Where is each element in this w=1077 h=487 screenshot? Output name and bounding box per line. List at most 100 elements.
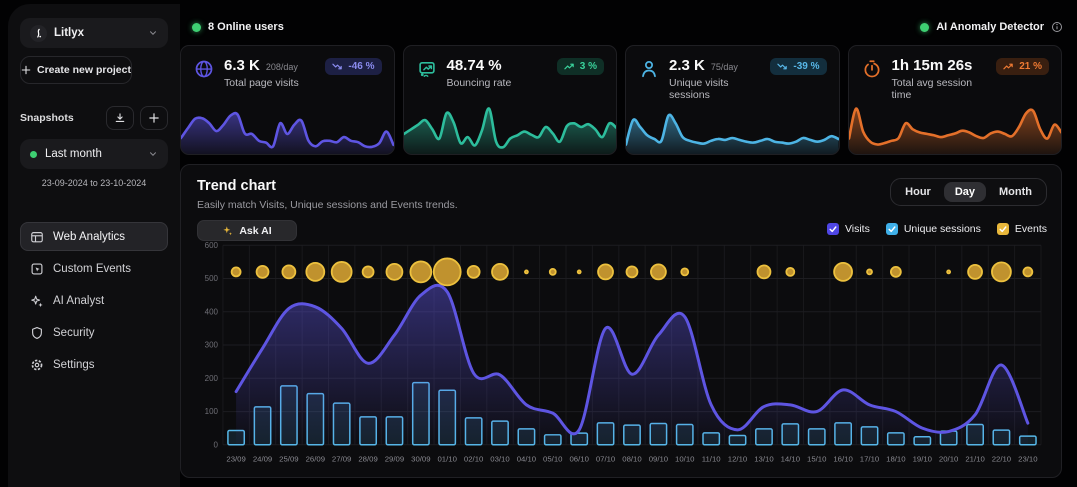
svg-text:24/09: 24/09: [253, 455, 272, 464]
svg-text:200: 200: [205, 374, 219, 383]
card-value: 1h 15m 26s: [892, 57, 973, 74]
legend-visits[interactable]: Visits: [827, 223, 870, 235]
add-snapshot-button[interactable]: [140, 106, 168, 130]
create-project-button[interactable]: Create new project: [20, 56, 132, 84]
svg-text:21/10: 21/10: [965, 455, 985, 464]
events-checkbox[interactable]: [997, 223, 1009, 235]
svg-text:18/10: 18/10: [886, 455, 906, 464]
ask-ai-label: Ask AI: [239, 225, 271, 237]
svg-text:11/10: 11/10: [702, 455, 722, 464]
create-project-label: Create new project: [37, 64, 131, 76]
plus-icon: [148, 112, 160, 124]
trend-up-icon: [564, 62, 575, 71]
svg-text:500: 500: [205, 274, 219, 283]
sidebar-item-label: Settings: [53, 359, 95, 371]
svg-text:09/10: 09/10: [649, 455, 669, 464]
legend-unique-sessions[interactable]: Unique sessions: [886, 223, 981, 235]
sidebar-item-label: AI Analyst: [53, 295, 104, 307]
topbar: 8 Online users AI Anomaly Detector: [192, 16, 1063, 38]
online-status-dot: [192, 23, 201, 32]
svg-text:19/10: 19/10: [913, 455, 933, 464]
svg-text:08/10: 08/10: [622, 455, 642, 464]
card-value: 48.74 %: [447, 57, 502, 74]
online-users: 8 Online users: [192, 21, 284, 33]
range-month-button[interactable]: Month: [988, 182, 1043, 202]
svg-text:02/10: 02/10: [464, 455, 484, 464]
chevron-down-icon: [148, 28, 158, 38]
svg-text:13/10: 13/10: [754, 455, 774, 464]
timer-icon: [861, 58, 883, 80]
legend-events[interactable]: Events: [997, 223, 1047, 235]
svg-text:26/09: 26/09: [306, 455, 325, 464]
svg-text:01/10: 01/10: [437, 455, 457, 464]
card-value: 6.3 K: [224, 57, 260, 74]
svg-text:23/09: 23/09: [226, 455, 245, 464]
sidebar-item-web-analytics[interactable]: Web Analytics: [20, 222, 168, 251]
shield-icon: [30, 326, 44, 340]
svg-text:06/10: 06/10: [569, 455, 589, 464]
svg-text:23/10: 23/10: [1018, 455, 1038, 464]
visits-checkbox[interactable]: [827, 223, 839, 235]
sidebar: Litlyx Create new project Snapshots Last…: [8, 4, 180, 487]
card-label: Total page visits: [224, 77, 316, 89]
online-users-label: 8 Online users: [208, 21, 284, 33]
user-icon: [638, 58, 660, 80]
sparkles-icon: [30, 294, 44, 308]
check-icon: [829, 225, 837, 233]
card-sparkline: [626, 100, 839, 154]
sidebar-item-label: Web Analytics: [53, 231, 125, 243]
svg-text:17/10: 17/10: [860, 455, 880, 464]
range-hour-button[interactable]: Hour: [894, 182, 942, 202]
svg-text:15/10: 15/10: [807, 455, 827, 464]
range-day-button[interactable]: Day: [944, 182, 986, 202]
trend-subtitle: Easily match Visits, Unique sessions and…: [197, 199, 458, 211]
svg-text:20/10: 20/10: [939, 455, 959, 464]
svg-text:04/10: 04/10: [517, 455, 537, 464]
sidebar-menu: Web Analytics Custom Events AI Analyst S…: [20, 222, 168, 379]
trend-down-icon: [332, 62, 343, 71]
sidebar-item-label: Security: [53, 327, 95, 339]
sidebar-item-label: Custom Events: [53, 263, 131, 275]
sidebar-item-ai-analyst[interactable]: AI Analyst: [20, 286, 168, 315]
trend-up-icon: [1003, 62, 1014, 71]
project-selector[interactable]: Litlyx: [20, 18, 168, 48]
download-icon: [114, 112, 126, 124]
svg-text:22/10: 22/10: [992, 455, 1012, 464]
ai-anomaly-detector: AI Anomaly Detector: [920, 21, 1063, 33]
download-snapshot-button[interactable]: [106, 106, 134, 130]
card-total-page-visits: 6.3 K 208/day Total page visits -46 %: [180, 45, 395, 155]
svg-text:0: 0: [214, 440, 219, 449]
svg-text:25/09: 25/09: [279, 455, 298, 464]
card-unique-sessions: 2.3 K 75/day Unique visits sessions -39 …: [625, 45, 840, 155]
card-sparkline: [181, 100, 394, 154]
sparkle-icon: [222, 225, 233, 236]
trend-chart-svg: 010020030040050060023/0924/0925/0926/092…: [193, 237, 1049, 471]
globe-icon: [193, 58, 215, 80]
plus-icon: [21, 65, 31, 75]
svg-text:05/10: 05/10: [543, 455, 563, 464]
svg-text:400: 400: [205, 307, 219, 316]
svg-text:29/09: 29/09: [385, 455, 404, 464]
card-sparkline: [849, 100, 1062, 154]
card-per-day: 208/day: [266, 62, 298, 72]
snapshot-period-select[interactable]: Last month: [20, 139, 168, 169]
svg-text:600: 600: [205, 241, 219, 250]
svg-text:27/09: 27/09: [332, 455, 351, 464]
card-bouncing-rate: 48.74 % Bouncing rate 3 %: [403, 45, 618, 155]
trend-panel: Trend chart Easily match Visits, Unique …: [180, 164, 1062, 478]
check-icon: [999, 225, 1007, 233]
sidebar-item-custom-events[interactable]: Custom Events: [20, 254, 168, 283]
snapshot-date-range: 23-09-2024 to 23-10-2024: [20, 178, 168, 188]
unique-sessions-checkbox[interactable]: [886, 223, 898, 235]
card-label: Total avg session time: [892, 77, 988, 101]
card-avg-session-time: 1h 15m 26s Total avg session time 21 %: [848, 45, 1063, 155]
chevron-down-icon: [148, 149, 158, 159]
info-icon[interactable]: [1051, 21, 1063, 33]
svg-text:16/10: 16/10: [833, 455, 853, 464]
sidebar-item-security[interactable]: Security: [20, 318, 168, 347]
trend-badge: 21 %: [996, 58, 1049, 75]
svg-text:07/10: 07/10: [596, 455, 616, 464]
sidebar-item-settings[interactable]: Settings: [20, 350, 168, 379]
stat-cards: 6.3 K 208/day Total page visits -46 %: [180, 45, 1062, 155]
anomaly-status-dot: [920, 23, 929, 32]
